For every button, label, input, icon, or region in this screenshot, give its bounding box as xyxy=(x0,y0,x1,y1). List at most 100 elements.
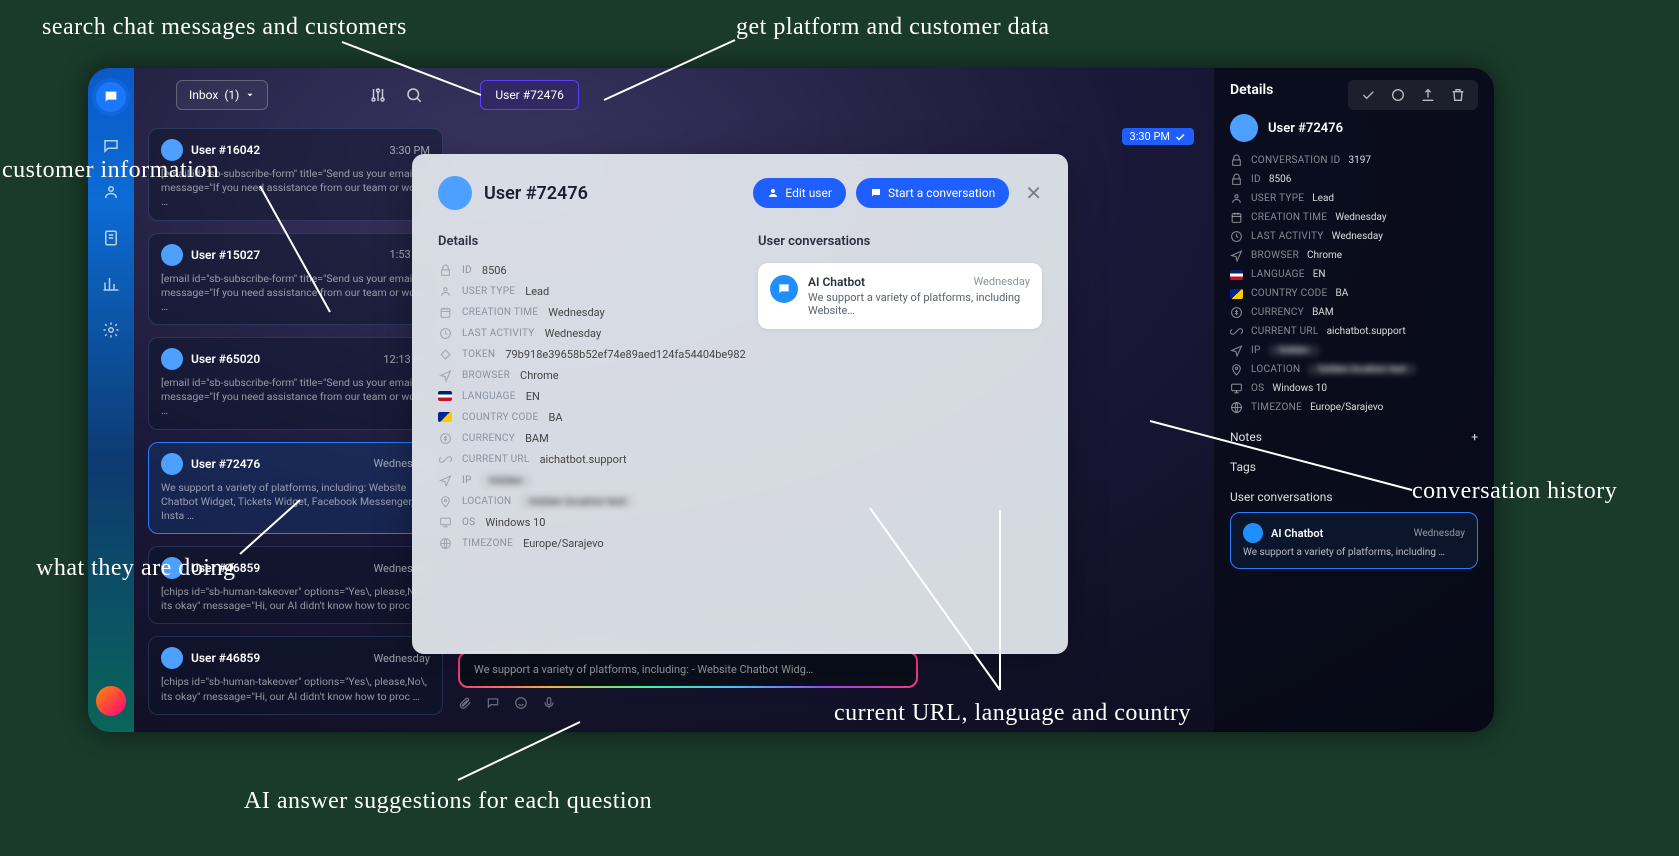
detail-key: CURRENT URL xyxy=(1251,326,1319,337)
conversation-list: User #16042 3:30 PM [email id="sb-subscr… xyxy=(148,128,443,716)
conversation-card[interactable]: AI Chatbot Wednesday We support a variet… xyxy=(758,263,1042,329)
link-icon xyxy=(438,452,452,466)
detail-key: TOKEN xyxy=(462,349,495,360)
detail-key: LAST ACTIVITY xyxy=(462,328,535,339)
detail-row: CURRENT URL aichatbot.support xyxy=(438,452,728,466)
mic-icon[interactable] xyxy=(542,696,556,710)
clock-icon xyxy=(1230,230,1243,243)
conversation-item[interactable]: User #65020 12:13 PM [email id="sb-subsc… xyxy=(148,337,443,430)
nav-reports-icon[interactable] xyxy=(99,272,123,296)
sidebar-userconv-heading: User conversations xyxy=(1230,490,1333,504)
detail-key: CURRENT URL xyxy=(462,454,530,465)
detail-value: Wednesday xyxy=(545,327,602,340)
filter-icon[interactable] xyxy=(366,83,390,107)
annot-curl: current URL, language and country xyxy=(834,700,1191,727)
send-icon xyxy=(438,473,452,487)
conversation-preview: [chips id="sb-human-takeover" options="Y… xyxy=(161,675,430,703)
reply-icon[interactable] xyxy=(486,696,500,710)
inbox-dropdown[interactable]: Inbox(1) xyxy=(176,80,268,110)
conversation-name: User #16042 xyxy=(191,143,260,157)
detail-row: COUNTRY CODE BA xyxy=(438,410,728,424)
detail-value: 8506 xyxy=(1269,174,1291,185)
detail-key: LANGUAGE xyxy=(1251,269,1305,280)
bot-avatar-icon xyxy=(770,275,798,303)
detail-key: USER TYPE xyxy=(462,286,515,297)
sidebar-detail-row: USER TYPE Lead xyxy=(1230,192,1478,205)
annot-aisug: AI answer suggestions for each question xyxy=(244,788,652,815)
link-icon xyxy=(1230,325,1243,338)
conversation-preview: [email id="sb-subscribe-form" title="Sen… xyxy=(161,272,430,315)
detail-key: OS xyxy=(462,517,475,528)
search-icon[interactable] xyxy=(402,83,426,107)
detail-key: CREATION TIME xyxy=(1251,212,1327,223)
loc-icon xyxy=(438,494,452,508)
detail-value: aichatbot.support xyxy=(1327,326,1406,337)
detail-key: USER TYPE xyxy=(1251,193,1304,204)
app-window: Inbox(1) User #72476 3:30 PM User #16042… xyxy=(88,68,1494,732)
detail-value: Wednesday xyxy=(1335,212,1386,223)
header-bar: Inbox(1) User #72476 xyxy=(134,68,1494,122)
nav-docs-icon[interactable] xyxy=(99,226,123,250)
send-icon xyxy=(1230,249,1243,262)
attach-icon[interactable] xyxy=(458,696,472,710)
circle-icon[interactable] xyxy=(1390,87,1406,103)
detail-value: EN xyxy=(526,390,540,403)
modal-title: User #72476 xyxy=(484,183,588,204)
detail-value: Lead xyxy=(525,285,549,298)
nav-chat-icon[interactable] xyxy=(96,82,126,112)
nav-settings-icon[interactable] xyxy=(99,318,123,342)
detail-key: CURRENCY xyxy=(1251,307,1304,318)
edit-user-button[interactable]: Edit user xyxy=(753,178,846,208)
conversation-name: User #72476 xyxy=(191,457,260,471)
conversation-name: User #65020 xyxy=(191,352,260,366)
nav-avatar[interactable] xyxy=(96,686,126,716)
detail-value: BAM xyxy=(1312,307,1333,318)
sidebar-conversation-card[interactable]: AI Chatbot Wednesday We support a variet… xyxy=(1230,512,1478,569)
tags-heading: Tags xyxy=(1230,460,1256,474)
sidebar-detail-row: CREATION TIME Wednesday xyxy=(1230,211,1478,224)
id-icon xyxy=(1230,173,1243,186)
conversation-preview: [email id="sb-subscribe-form" title="Sen… xyxy=(161,376,430,419)
sidebar-detail-row: IP hidden xyxy=(1230,344,1478,357)
detail-key: LOCATION xyxy=(1251,364,1300,375)
user-detail-modal: User #72476 Edit user Start a conversati… xyxy=(412,154,1068,654)
cur-icon xyxy=(1230,306,1243,319)
conversation-item[interactable]: User #15027 1:53 PM [email id="sb-subscr… xyxy=(148,233,443,326)
detail-row: ID 8506 xyxy=(438,263,728,277)
current-user-chip[interactable]: User #72476 xyxy=(480,80,579,110)
conversation-preview: We support a variety of platforms, inclu… xyxy=(161,481,430,524)
cur-icon xyxy=(438,431,452,445)
detail-key: COUNTRY CODE xyxy=(1251,288,1327,299)
detail-key: TIMEZONE xyxy=(1251,402,1302,413)
check-icon[interactable] xyxy=(1360,87,1376,103)
conversation-item[interactable]: User #46859 Wednesday [chips id="sb-huma… xyxy=(148,636,443,714)
tz-icon xyxy=(1230,401,1243,414)
upload-icon[interactable] xyxy=(1420,87,1436,103)
avatar xyxy=(161,348,183,370)
detail-value: BA xyxy=(1335,288,1348,299)
annot-search: search chat messages and customers xyxy=(42,14,407,41)
trash-icon[interactable] xyxy=(1450,87,1466,103)
detail-value: Chrome xyxy=(520,369,559,382)
nav-messages-icon[interactable] xyxy=(99,134,123,158)
conversation-preview: [chips id="sb-human-takeover" options="Y… xyxy=(161,585,430,613)
user-icon xyxy=(1230,192,1243,205)
detail-row: CREATION TIME Wednesday xyxy=(438,305,728,319)
emoji-icon[interactable] xyxy=(514,696,528,710)
avatar xyxy=(161,647,183,669)
detail-key: IP xyxy=(462,475,472,486)
detail-value: 79b918e39658b52ef74e89aed124fa54404be982 xyxy=(505,348,745,361)
conversation-item[interactable]: User #72476 Wednesday We support a varie… xyxy=(148,442,443,535)
send-icon xyxy=(1230,344,1243,357)
user-avatar xyxy=(438,176,472,210)
start-conversation-button[interactable]: Start a conversation xyxy=(856,178,1009,208)
detail-row: LAST ACTIVITY Wednesday xyxy=(438,326,728,340)
detail-value: aichatbot.support xyxy=(540,453,627,466)
os-icon xyxy=(438,515,452,529)
loc-icon xyxy=(1230,363,1243,376)
details-sidebar: Details User #72476 CONVERSATION ID 3197… xyxy=(1214,68,1494,732)
cal-icon xyxy=(1230,211,1243,224)
add-note-icon[interactable]: + xyxy=(1471,430,1478,444)
close-icon[interactable]: ✕ xyxy=(1025,181,1042,205)
detail-value: Wednesday xyxy=(548,306,605,319)
